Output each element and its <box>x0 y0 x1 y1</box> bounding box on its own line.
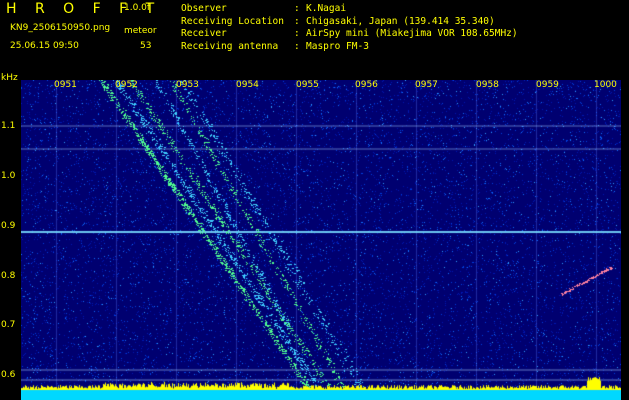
x-tick-label: 1000 <box>594 80 617 90</box>
filename-label: KN9_2506150950.png <box>10 23 111 33</box>
timestamp-label: 25.06.15 09:50 <box>10 41 79 51</box>
info-row-location: Receiving Location: Chigasaki, Japan (139… <box>181 15 495 27</box>
y-tick-label: 0.7 <box>1 320 16 330</box>
info-row-receiver: Receiver: AirSpy mini (Miakejima VOR 108.… <box>181 28 518 39</box>
info-row-observer: Observer: K.Nagai <box>181 3 347 14</box>
meteor-count: 53 <box>140 41 152 51</box>
header-panel: H R O F F T 1.0.0f KN9_2506150950.png me… <box>0 0 629 76</box>
x-tick-label: 0952 <box>115 80 138 90</box>
x-tick-label: 0951 <box>54 80 77 90</box>
station-info: Observer: K.Nagai Receiving Location: Chig… <box>181 3 518 53</box>
y-tick-label: 0.6 <box>1 370 16 380</box>
meteor-label: meteor <box>124 26 157 36</box>
x-tick-label: 0953 <box>176 80 199 90</box>
x-tick-label: 0955 <box>296 80 319 90</box>
x-tick-label: 0956 <box>355 80 378 90</box>
x-tick-label: 0954 <box>236 80 259 90</box>
y-tick-label: 0.8 <box>1 271 16 281</box>
spectrogram-canvas <box>21 80 621 400</box>
y-tick-label: 0.9 <box>1 221 16 231</box>
version-label: 1.0.0f <box>124 3 151 13</box>
info-row-antenna: Receiving antenna: Maspro FM-3 <box>181 40 369 52</box>
y-axis-unit: kHz <box>1 73 18 83</box>
y-tick-label: 1.1 <box>1 121 16 131</box>
y-tick-label: 1.0 <box>1 171 16 181</box>
x-tick-label: 0958 <box>476 80 499 90</box>
x-tick-label: 0957 <box>415 80 438 90</box>
x-tick-label: 0959 <box>536 80 559 90</box>
